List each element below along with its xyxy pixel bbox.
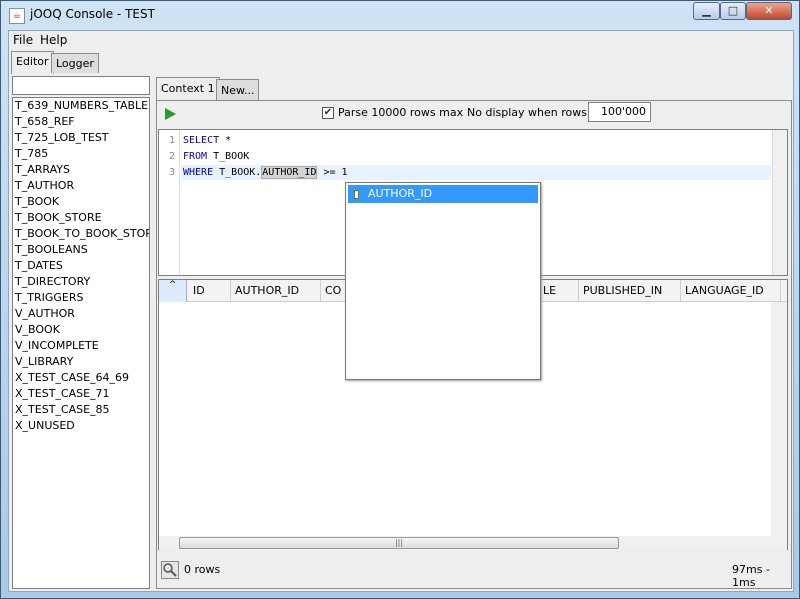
menu-file[interactable]: File	[13, 33, 33, 47]
no-display-label: No display when rows >	[467, 106, 600, 119]
table-list-item[interactable]: T_BOOLEANS	[13, 242, 149, 258]
sql-text: >= 1	[317, 167, 348, 178]
column-header-id[interactable]: ID	[189, 280, 231, 302]
tab-new[interactable]: New...	[216, 79, 260, 100]
table-list-item[interactable]: V_LIBRARY	[13, 354, 149, 370]
sql-text: T_BOOK	[207, 151, 250, 162]
magnifier-icon[interactable]	[161, 561, 179, 579]
table-list-item[interactable]: T_785	[13, 146, 149, 162]
timing-status: 97ms - 1ms	[732, 563, 770, 589]
window-frame: ☕ jOOQ Console - TEST ▁ □ ✕ File Help Ed…	[0, 0, 800, 599]
grid-vertical-scrollbar[interactable]	[771, 302, 787, 536]
line-number: 1	[168, 135, 175, 146]
close-button[interactable]: ✕	[746, 2, 792, 20]
table-list-item[interactable]: T_639_NUMBERS_TABLE	[13, 98, 149, 114]
table-list-item[interactable]: V_AUTHOR	[13, 306, 149, 322]
column-icon	[354, 190, 359, 199]
column-header-published-in[interactable]: PUBLISHED_IN	[579, 280, 681, 302]
sql-text: *	[219, 135, 232, 146]
parse-label: Parse 10000 rows max	[338, 106, 464, 119]
table-filter-input[interactable]	[12, 76, 150, 95]
table-list-item[interactable]: T_725_LOB_TEST	[13, 130, 149, 146]
grid-horizontal-scrollbar[interactable]: |||	[159, 536, 787, 550]
table-list-item[interactable]: X_UNUSED	[13, 418, 149, 434]
tab-context-1[interactable]: Context 1	[156, 77, 220, 100]
sql-keyword: WHERE	[183, 167, 214, 178]
sort-corner-icon[interactable]: ^	[159, 280, 187, 302]
table-list-item[interactable]: V_BOOK	[13, 322, 149, 338]
autocomplete-item-label: AUTHOR_ID	[368, 187, 433, 200]
sql-keyword: FROM	[183, 151, 208, 162]
table-list-item[interactable]: T_BOOK_STORE	[13, 210, 149, 226]
table-list-item[interactable]: T_DATES	[13, 258, 149, 274]
table-list-item[interactable]: T_TRIGGERS	[13, 290, 149, 306]
parse-checkbox[interactable]: ✔	[322, 107, 334, 119]
run-icon[interactable]	[165, 108, 176, 120]
sql-keyword: SELECT	[183, 135, 220, 146]
line-number: 2	[168, 151, 175, 162]
column-header-language-id[interactable]: LANGUAGE_ID	[681, 280, 781, 302]
tab-editor[interactable]: Editor	[11, 51, 54, 74]
maximize-button[interactable]: □	[720, 2, 746, 20]
code-line: SELECT *	[183, 135, 231, 146]
autocomplete-popup[interactable]: AUTHOR_ID	[345, 182, 541, 380]
table-list-item[interactable]: T_BOOK_TO_BOOK_STORE	[13, 226, 149, 242]
editor-vertical-scrollbar[interactable]	[772, 130, 787, 275]
table-list-item[interactable]: T_DIRECTORY	[13, 274, 149, 290]
table-list-item[interactable]: X_TEST_CASE_71	[13, 386, 149, 402]
menu-bar: File Help	[9, 31, 793, 50]
code-line: WHERE T_BOOK.AUTHOR_ID >= 1	[183, 166, 348, 179]
tab-logger[interactable]: Logger	[51, 53, 99, 73]
line-number: 3	[168, 167, 175, 178]
highlighted-token: AUTHOR_ID	[261, 166, 318, 179]
column-header-le[interactable]: LE	[539, 280, 579, 302]
table-list-item[interactable]: T_AUTHOR	[13, 178, 149, 194]
autocomplete-item[interactable]: AUTHOR_ID	[348, 185, 538, 203]
line-number-gutter: 1 2 3	[159, 130, 180, 275]
window-title: jOOQ Console - TEST	[30, 7, 155, 21]
row-count-status: 0 rows	[184, 563, 221, 576]
table-list[interactable]: T_639_NUMBERS_TABLE T_658_REF T_725_LOB_TE…	[12, 97, 150, 589]
menu-help[interactable]: Help	[40, 33, 67, 47]
table-list-item[interactable]: T_BOOK	[13, 194, 149, 210]
scrollbar-thumb[interactable]: |||	[179, 537, 619, 549]
max-rows-input[interactable]: 100'000	[588, 102, 651, 122]
minimize-button[interactable]: ▁	[693, 2, 720, 20]
column-header-author-id[interactable]: AUTHOR_ID	[231, 280, 321, 302]
table-list-item[interactable]: T_658_REF	[13, 114, 149, 130]
code-line: FROM T_BOOK	[183, 151, 249, 162]
java-app-icon: ☕	[9, 8, 25, 24]
table-list-item[interactable]: X_TEST_CASE_64_69	[13, 370, 149, 386]
table-list-item[interactable]: X_TEST_CASE_85	[13, 402, 149, 418]
sql-text: T_BOOK.	[213, 167, 262, 178]
table-list-item[interactable]: V_INCOMPLETE	[13, 338, 149, 354]
title-bar[interactable]: ☕ jOOQ Console - TEST ▁ □ ✕	[1, 1, 800, 29]
table-list-item[interactable]: T_ARRAYS	[13, 162, 149, 178]
